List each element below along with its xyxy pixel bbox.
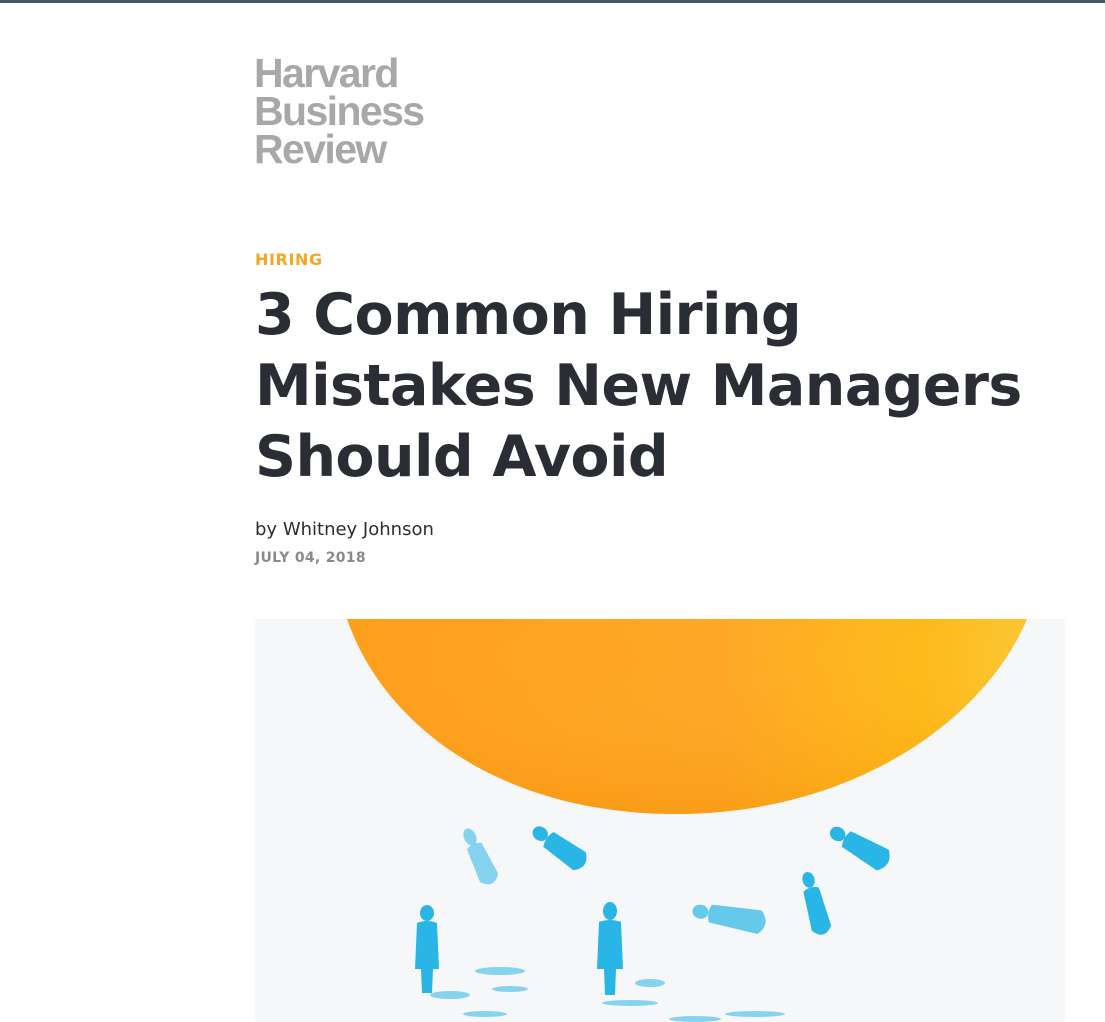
topic-link[interactable]: HIRING xyxy=(255,250,323,269)
author-link[interactable]: Whitney Johnson xyxy=(283,519,434,540)
logo-line-business: Business xyxy=(254,88,425,134)
logo-line-review: Review xyxy=(254,126,387,172)
hero-illustration-icon xyxy=(255,619,1065,1022)
hbr-logo[interactable]: Harvard Business Review xyxy=(254,50,425,172)
article-title: 3 Common Hiring Mistakes New Managers Sh… xyxy=(255,282,1022,490)
logo-line-harvard: Harvard xyxy=(254,50,399,96)
byline: by Whitney Johnson xyxy=(255,519,434,540)
publish-date: JULY 04, 2018 xyxy=(255,550,366,566)
byline-prefix: by xyxy=(255,519,278,540)
hero-image xyxy=(255,619,1065,1022)
top-rule xyxy=(0,0,1105,3)
